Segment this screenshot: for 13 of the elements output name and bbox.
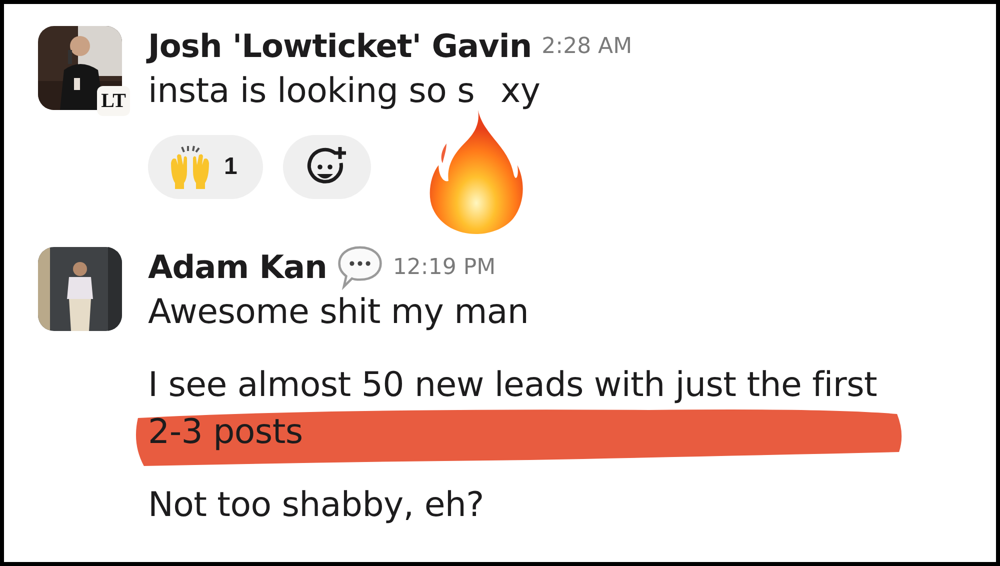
message-text: 2-3 posts xyxy=(148,411,303,454)
timestamp: 12:19 PM xyxy=(392,254,496,280)
message-text: insta is looking so s xyxy=(148,70,475,113)
author-name[interactable]: Adam Kan xyxy=(148,248,327,286)
author-name[interactable]: Josh 'Lowticket' Gavin xyxy=(148,27,532,65)
raised-hands-icon xyxy=(168,145,212,189)
avatar-badge: LT xyxy=(97,86,130,116)
message-text: xy xyxy=(500,70,540,113)
message-text: Not too shabby, eh? xyxy=(148,484,484,527)
timestamp: 2:28 AM xyxy=(542,34,632,58)
message-text: I see almost 50 new leads with just the first xyxy=(148,364,878,407)
reaction-button[interactable]: 1 xyxy=(148,135,264,199)
message-text: Awesome shit my man xyxy=(148,291,529,334)
